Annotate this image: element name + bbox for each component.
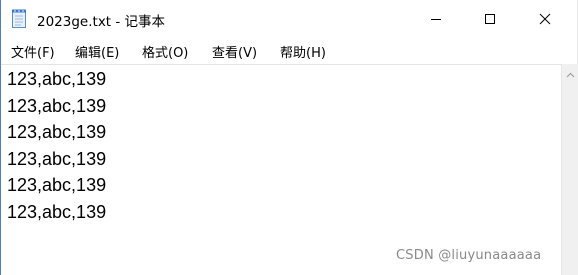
- close-button[interactable]: [519, 0, 571, 38]
- scroll-up-button[interactable]: [562, 64, 578, 81]
- maximize-icon: [484, 10, 496, 29]
- vertical-scrollbar[interactable]: [561, 64, 578, 275]
- text-editor[interactable]: 123,abc,139 123,abc,139 123,abc,139 123,…: [1, 64, 561, 275]
- menu-edit[interactable]: 编辑(E): [75, 42, 119, 61]
- menu-file[interactable]: 文件(F): [11, 42, 55, 61]
- menu-view[interactable]: 查看(V): [212, 42, 257, 61]
- editor-line: 123,abc,139: [7, 201, 107, 222]
- editor-line: 123,abc,139: [7, 122, 107, 142]
- watermark-text: CSDN @liuyunaaaaaa: [396, 248, 542, 263]
- minimize-icon: [430, 10, 442, 29]
- title-bar[interactable]: 2023ge.txt - 记事本: [1, 0, 577, 38]
- editor-line: 123,abc,139: [7, 95, 107, 116]
- minimize-button[interactable]: [410, 0, 462, 38]
- maximize-button[interactable]: [464, 0, 516, 38]
- menu-format[interactable]: 格式(O): [142, 42, 188, 61]
- close-icon: [539, 10, 551, 29]
- editor-line: 123,abc,139: [7, 175, 107, 195]
- editor-line: 123,abc,139: [7, 69, 107, 89]
- notepad-window: 2023ge.txt - 记事本 文件(F) 编辑(E) 格式(O) 查看(V)…: [0, 0, 578, 275]
- editor-line: 123,abc,139: [7, 148, 107, 169]
- window-title: 2023ge.txt - 记事本: [37, 14, 166, 30]
- menu-help[interactable]: 帮助(H): [280, 42, 326, 61]
- editor-content[interactable]: 123,abc,139 123,abc,139 123,abc,139 123,…: [7, 66, 106, 225]
- chevron-up-icon: [566, 63, 575, 82]
- notepad-icon: [11, 9, 28, 29]
